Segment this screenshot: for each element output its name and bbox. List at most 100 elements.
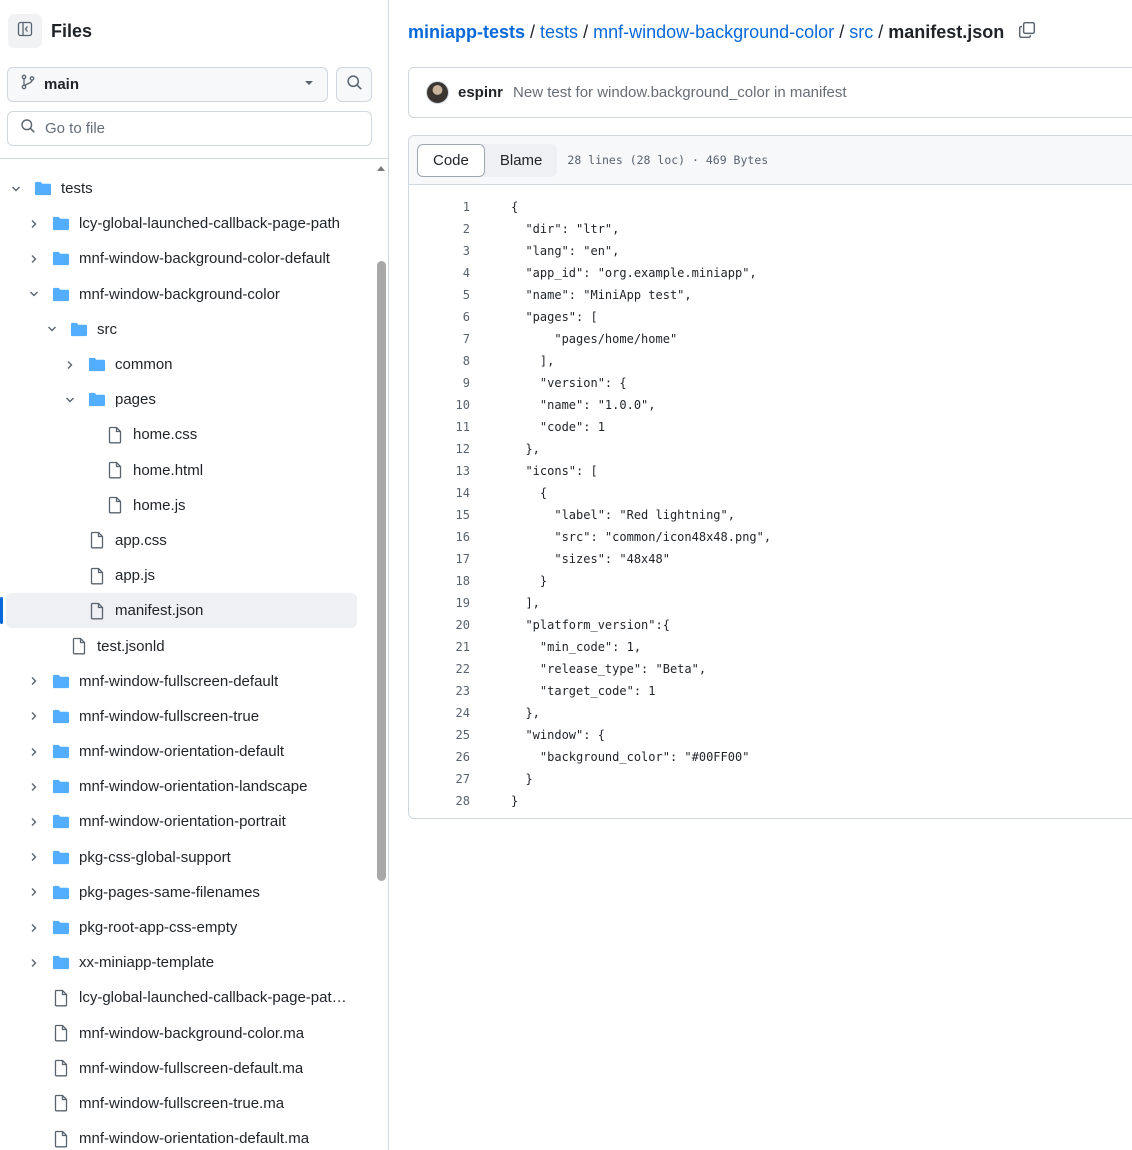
code-text: "name": "1.0.0",: [511, 398, 656, 412]
line-number[interactable]: 28: [409, 794, 470, 808]
tree-folder-item[interactable]: pages: [0, 382, 374, 417]
line-number[interactable]: 16: [409, 530, 470, 544]
line-number[interactable]: 19: [409, 596, 470, 610]
tab-code[interactable]: Code: [417, 143, 485, 177]
avatar[interactable]: [426, 81, 449, 104]
breadcrumb-link-tests[interactable]: tests: [540, 22, 578, 43]
tree-file-item[interactable]: mnf-window-fullscreen-true.ma: [0, 1086, 374, 1121]
chevron-right-icon[interactable]: [26, 920, 42, 936]
line-number[interactable]: 18: [409, 574, 470, 588]
tree-file-item[interactable]: app.js: [0, 558, 374, 593]
chevron-right-icon[interactable]: [26, 251, 42, 267]
tree-item-label: lcy-global-launched-callback-page-pat…: [79, 989, 347, 1007]
tree-item-label: mnf-window-background-color: [79, 285, 280, 303]
tree-file-item[interactable]: home.html: [0, 453, 374, 488]
tree-folder-item[interactable]: mnf-window-orientation-landscape: [0, 769, 374, 804]
breadcrumb-link-folder[interactable]: mnf-window-background-color: [593, 22, 834, 43]
line-number[interactable]: 3: [409, 244, 470, 258]
chevron-right-icon[interactable]: [26, 955, 42, 971]
line-number[interactable]: 15: [409, 508, 470, 522]
line-number[interactable]: 6: [409, 310, 470, 324]
commit-author[interactable]: espinr: [458, 84, 503, 101]
chevron-down-icon[interactable]: [8, 181, 24, 197]
line-number[interactable]: 4: [409, 266, 470, 280]
tree-file-item[interactable]: home.js: [0, 488, 374, 523]
chevron-right-icon[interactable]: [26, 708, 42, 724]
tree-item-label: mnf-window-fullscreen-true.ma: [79, 1094, 285, 1112]
line-number[interactable]: 1: [409, 200, 470, 214]
tree-file-item[interactable]: mnf-window-fullscreen-default.ma: [0, 1051, 374, 1086]
folder-icon: [52, 215, 70, 233]
line-number[interactable]: 23: [409, 684, 470, 698]
line-number[interactable]: 25: [409, 728, 470, 742]
branch-selector[interactable]: main: [7, 67, 328, 102]
line-number[interactable]: 8: [409, 354, 470, 368]
line-number[interactable]: 20: [409, 618, 470, 632]
chevron-right-icon[interactable]: [26, 216, 42, 232]
line-number[interactable]: 9: [409, 376, 470, 390]
folder-icon: [52, 285, 70, 303]
collapse-sidebar-button[interactable]: [8, 14, 42, 48]
line-number[interactable]: 17: [409, 552, 470, 566]
chevron-down-icon[interactable]: [62, 392, 78, 408]
breadcrumb-link-src[interactable]: src: [849, 22, 873, 43]
chevron-right-icon[interactable]: [62, 357, 78, 373]
line-number[interactable]: 13: [409, 464, 470, 478]
tree-folder-item[interactable]: xx-miniapp-template: [0, 945, 374, 980]
line-number[interactable]: 27: [409, 772, 470, 786]
go-to-file-input[interactable]: [45, 120, 345, 137]
line-number[interactable]: 26: [409, 750, 470, 764]
code-text: },: [511, 442, 540, 456]
tree-folder-item[interactable]: lcy-global-launched-callback-page-path: [0, 206, 374, 241]
tree-file-item[interactable]: app.css: [0, 523, 374, 558]
tree-folder-item[interactable]: mnf-window-fullscreen-default: [0, 664, 374, 699]
tree-folder-item[interactable]: mnf-window-orientation-portrait: [0, 804, 374, 839]
breadcrumb-repo-link[interactable]: miniapp-tests: [408, 22, 525, 43]
line-number[interactable]: 12: [409, 442, 470, 456]
scrollbar-thumb[interactable]: [377, 261, 386, 881]
go-to-file-field[interactable]: [7, 111, 372, 146]
line-number[interactable]: 14: [409, 486, 470, 500]
chevron-right-icon[interactable]: [26, 884, 42, 900]
chevron-down-icon[interactable]: [26, 286, 42, 302]
line-number[interactable]: 2: [409, 222, 470, 236]
tree-folder-item[interactable]: mnf-window-background-color-default: [0, 241, 374, 276]
line-number[interactable]: 22: [409, 662, 470, 676]
line-number[interactable]: 5: [409, 288, 470, 302]
chevron-right-icon[interactable]: [26, 849, 42, 865]
tree-folder-item[interactable]: mnf-window-fullscreen-true: [0, 699, 374, 734]
tree-folder-item[interactable]: mnf-window-orientation-default: [0, 734, 374, 769]
commit-message[interactable]: New test for window.background_color in …: [513, 84, 847, 101]
tree-folder-item[interactable]: pkg-root-app-css-empty: [0, 910, 374, 945]
tree-folder-item[interactable]: common: [0, 347, 374, 382]
scroll-up-arrow-icon[interactable]: [377, 166, 385, 171]
search-files-button[interactable]: [336, 67, 372, 102]
tree-folder-item[interactable]: tests: [0, 171, 374, 206]
line-number[interactable]: 24: [409, 706, 470, 720]
line-number[interactable]: 21: [409, 640, 470, 654]
chevron-down-icon[interactable]: [44, 321, 60, 337]
tree-folder-item[interactable]: pkg-pages-same-filenames: [0, 875, 374, 910]
tree-file-item[interactable]: home.css: [0, 417, 374, 452]
chevron-right-icon[interactable]: [26, 779, 42, 795]
chevron-right-icon[interactable]: [26, 673, 42, 689]
tree-file-item[interactable]: lcy-global-launched-callback-page-pat…: [0, 980, 374, 1015]
tree-folder-item[interactable]: pkg-css-global-support: [0, 840, 374, 875]
sidebar-scrollbar[interactable]: [375, 166, 387, 1150]
tree-folder-item[interactable]: mnf-window-background-color: [0, 277, 374, 312]
line-number[interactable]: 10: [409, 398, 470, 412]
tree-file-item[interactable]: manifest.json: [0, 593, 374, 629]
chevron-right-icon[interactable]: [26, 814, 42, 830]
tree-folder-item[interactable]: src: [0, 312, 374, 347]
copy-path-button[interactable]: [1018, 21, 1036, 44]
folder-icon: [52, 813, 70, 831]
tab-blame[interactable]: Blame: [485, 144, 558, 177]
line-number[interactable]: 11: [409, 420, 470, 434]
tree-file-item[interactable]: mnf-window-orientation-default.ma: [0, 1121, 374, 1150]
tree-file-item[interactable]: test.jsonld: [0, 628, 374, 663]
line-number[interactable]: 7: [409, 332, 470, 346]
chevron-right-icon[interactable]: [26, 744, 42, 760]
tree-file-item[interactable]: mnf-window-background-color.ma: [0, 1016, 374, 1051]
code-line: 16 "src": "common/icon48x48.png",: [409, 526, 1132, 548]
